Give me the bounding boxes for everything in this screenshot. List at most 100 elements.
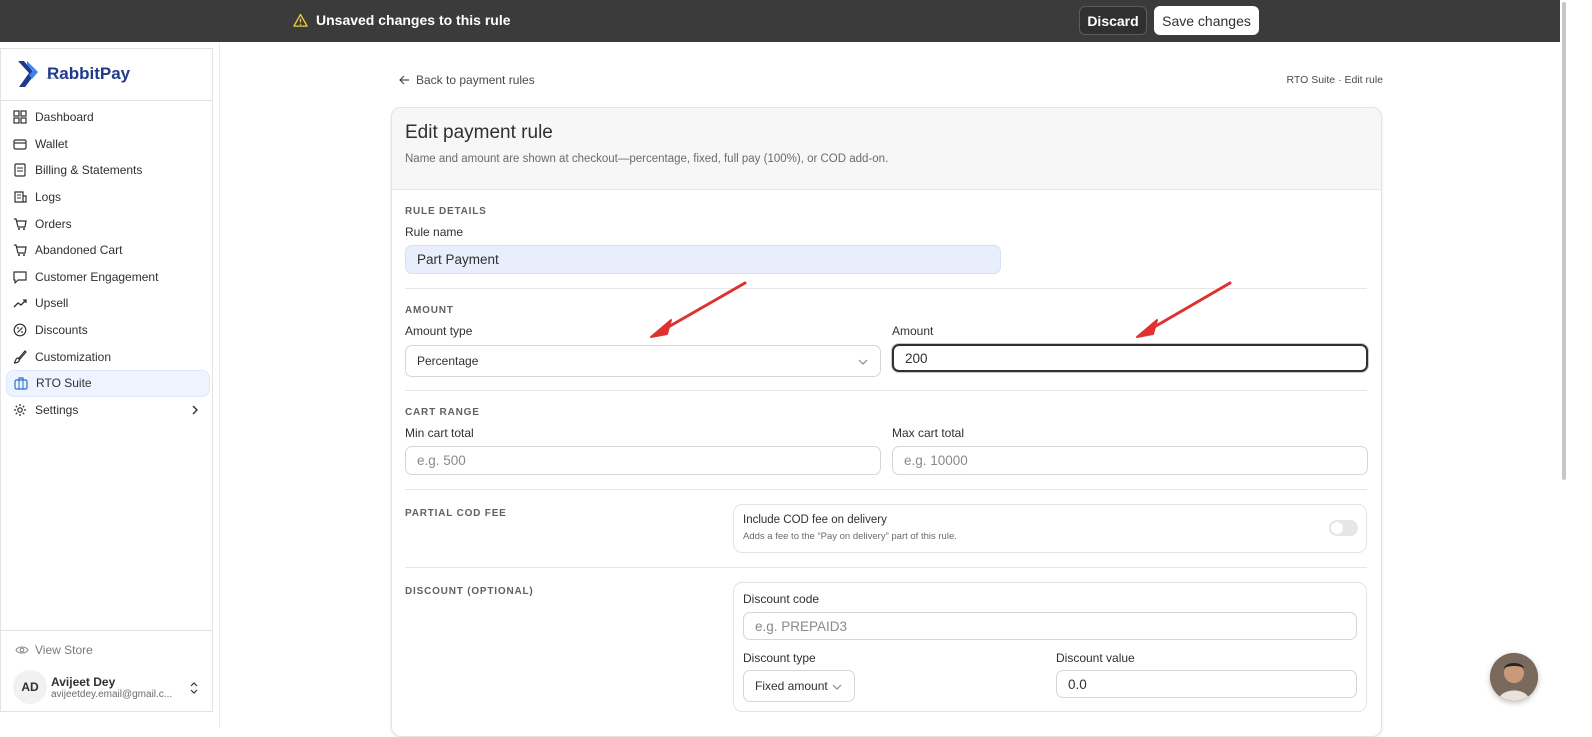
- unsaved-changes-bar: Unsaved changes to this rule Discard Sav…: [0, 0, 1560, 42]
- brand-name: RabbitPay: [47, 64, 131, 83]
- discount-type-label: Discount type: [743, 651, 816, 665]
- sidebar-item-customization[interactable]: Customization: [6, 343, 210, 370]
- max-cart-total-label: Max cart total: [892, 426, 965, 440]
- brand-logo[interactable]: RabbitPay: [15, 59, 130, 89]
- wallet-icon: [13, 139, 27, 150]
- gear-icon: [14, 403, 26, 416]
- content-divider: [219, 42, 220, 728]
- rule-name-value: Part Payment: [417, 252, 499, 267]
- sidebar-divider: [1, 630, 212, 631]
- chevron-up-down-icon: [190, 682, 198, 694]
- sidebar-item-rto-suite[interactable]: RTO Suite: [6, 369, 210, 397]
- breadcrumb: RTO Suite · Edit rule: [1286, 74, 1383, 86]
- discount-code-input[interactable]: e.g. PREPAID3: [743, 612, 1357, 640]
- trend-up-icon: [13, 299, 27, 308]
- support-chat-button[interactable]: [1490, 653, 1538, 701]
- billing-icon: [14, 163, 26, 178]
- sidebar-item-orders[interactable]: Orders: [6, 210, 210, 237]
- sidebar-item-label: Wallet: [35, 136, 68, 151]
- discount-type-select[interactable]: Fixed amount: [743, 670, 855, 702]
- brand-subtitle: CHECKOUT: [46, 76, 63, 80]
- sidebar-item-label: Customization: [35, 349, 112, 364]
- sidebar-nav: Dashboard Wallet Billing & Statements Lo…: [6, 104, 210, 423]
- eye-icon: [15, 646, 29, 654]
- section-rule-details: RULE DETAILS: [405, 206, 487, 217]
- sidebar-item-label: Customer Engagement: [35, 269, 159, 284]
- amount-label: Amount: [892, 324, 934, 338]
- rule-name-input[interactable]: Part Payment: [405, 245, 1001, 274]
- toggle-knob: [1331, 522, 1343, 534]
- cod-fee-panel: Include COD fee on delivery Adds a fee t…: [733, 504, 1367, 553]
- section-divider: [405, 489, 1367, 490]
- sidebar-item-label: Discounts: [35, 323, 88, 338]
- edit-rule-card: Edit payment rule Name and amount are sh…: [391, 107, 1382, 737]
- sidebar-item-billing[interactable]: Billing & Statements: [6, 157, 210, 184]
- page-description: Name and amount are shown at checkout—pe…: [405, 153, 889, 165]
- back-to-payment-rules-link[interactable]: Back to payment rules: [399, 73, 535, 87]
- amount-value: 200: [905, 350, 928, 366]
- sidebar-item-logs[interactable]: Logs: [6, 184, 210, 211]
- discount-panel: Discount code e.g. PREPAID3 Discount typ…: [733, 582, 1367, 712]
- discount-code-placeholder: e.g. PREPAID3: [755, 618, 848, 634]
- discount-value-input[interactable]: 0.0: [1056, 670, 1357, 698]
- sidebar-item-abandoned-cart[interactable]: Abandoned Cart: [6, 237, 210, 264]
- max-cart-total-input[interactable]: e.g. 10000: [892, 446, 1368, 475]
- arrow-left-icon: [399, 75, 409, 85]
- chevron-down-icon: [858, 359, 868, 365]
- section-partial-cod-fee: PARTIAL COD FEE: [405, 508, 507, 519]
- logs-icon: [14, 191, 27, 203]
- section-divider: [405, 390, 1367, 391]
- brush-icon: [13, 349, 27, 364]
- amount-type-select[interactable]: Percentage: [405, 345, 881, 377]
- user-menu[interactable]: AD Avijeet Dey avijeetdey.email@gmail.c.…: [13, 669, 203, 705]
- min-cart-total-placeholder: e.g. 500: [417, 453, 466, 468]
- dashboard-icon: [13, 110, 27, 124]
- save-changes-button[interactable]: Save changes: [1154, 6, 1259, 35]
- sidebar-item-label: Logs: [35, 190, 62, 205]
- sidebar-item-discounts[interactable]: Discounts: [6, 317, 210, 344]
- discard-button[interactable]: Discard: [1079, 6, 1147, 35]
- sidebar-item-dashboard[interactable]: Dashboard: [6, 104, 210, 131]
- discount-value-value: 0.0: [1068, 676, 1087, 692]
- section-amount: AMOUNT: [405, 305, 454, 316]
- back-link-label: Back to payment rules: [416, 73, 535, 87]
- sidebar: RabbitPay CHECKOUT Dashboard Wallet Bill…: [0, 48, 213, 712]
- sidebar-divider: [1, 100, 212, 101]
- discount-value-label: Discount value: [1056, 651, 1135, 665]
- chevron-down-icon: [832, 684, 842, 690]
- discount-icon: [13, 323, 27, 337]
- sidebar-item-label: Dashboard: [35, 110, 94, 125]
- cod-fee-toggle[interactable]: [1329, 520, 1358, 536]
- cart-icon: [14, 218, 27, 230]
- section-cart-range: CART RANGE: [405, 407, 480, 418]
- view-store-link[interactable]: View Store: [15, 643, 93, 657]
- suite-icon: [14, 377, 28, 390]
- user-name: Avijeet Dey: [51, 675, 116, 689]
- discount-type-value: Fixed amount: [755, 679, 828, 693]
- chat-icon: [13, 271, 27, 284]
- sidebar-item-label: Settings: [35, 402, 79, 417]
- amount-input[interactable]: 200: [892, 344, 1368, 372]
- discount-code-label: Discount code: [743, 592, 820, 606]
- scrollbar-thumb[interactable]: [1562, 2, 1566, 480]
- page-title: Edit payment rule: [405, 122, 553, 143]
- sidebar-item-upsell[interactable]: Upsell: [6, 290, 210, 317]
- sidebar-item-label: Abandoned Cart: [35, 243, 123, 258]
- section-discount: DISCOUNT (OPTIONAL): [405, 586, 534, 597]
- annotation-arrow-amount-type: [650, 281, 747, 338]
- min-cart-total-label: Min cart total: [405, 426, 474, 440]
- sidebar-item-label: Upsell: [35, 296, 69, 311]
- amount-type-label: Amount type: [405, 324, 473, 338]
- warning-icon: [293, 13, 308, 27]
- sidebar-item-customer-engagement[interactable]: Customer Engagement: [6, 264, 210, 291]
- amount-type-value: Percentage: [417, 354, 479, 368]
- min-cart-total-input[interactable]: e.g. 500: [405, 446, 881, 475]
- sidebar-item-settings[interactable]: Settings: [6, 397, 210, 424]
- unsaved-warning-text: Unsaved changes to this rule: [316, 12, 511, 28]
- cod-fee-help-text: Adds a fee to the “Pay on delivery” part…: [743, 531, 957, 542]
- sidebar-item-wallet[interactable]: Wallet: [6, 131, 210, 158]
- card-header: Edit payment rule Name and amount are sh…: [392, 108, 1381, 190]
- support-agent-avatar-icon: [1490, 653, 1538, 701]
- rule-name-label: Rule name: [405, 225, 464, 239]
- abandoned-cart-icon: [14, 244, 27, 257]
